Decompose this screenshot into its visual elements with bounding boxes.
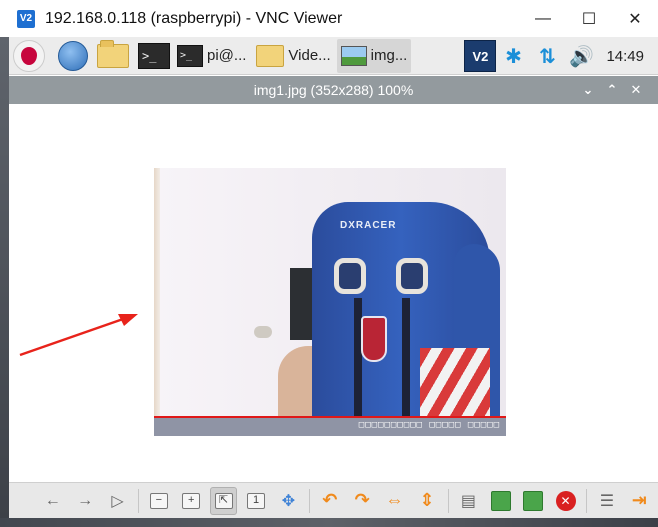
rotate-right-button[interactable]: ↷ <box>349 487 376 515</box>
maximize-button[interactable]: ☐ <box>566 0 612 37</box>
save-button[interactable] <box>487 487 514 515</box>
desktop-background <box>0 518 658 527</box>
flip-vertical-button[interactable]: ⇕ <box>413 487 440 515</box>
raspberry-menu-button[interactable] <box>13 39 45 72</box>
globe-icon <box>58 40 88 71</box>
terminal-icon: >_ <box>138 42 170 69</box>
quit-button[interactable]: ⇥ <box>626 487 653 515</box>
fullscreen-button[interactable]: ✥ <box>275 487 302 515</box>
flip-vertical-icon: ⇕ <box>419 490 435 510</box>
raspberrypi-taskbar: >_ >_ pi@... Vide... img... V2 ✱ ⇅ 🔊 14:… <box>9 37 658 75</box>
preferences-button[interactable]: ☰ <box>593 487 620 515</box>
save-as-button[interactable] <box>519 487 546 515</box>
play-icon: ▷ <box>111 492 124 510</box>
rotate-left-button[interactable]: ↶ <box>316 487 343 515</box>
task-terminal[interactable]: >_ pi@... <box>173 39 250 73</box>
arrow-left-icon: ← <box>44 491 61 509</box>
rotate-right-icon: ↷ <box>354 490 370 510</box>
network-icon[interactable]: ⇅ <box>530 40 564 72</box>
displayed-photo: DXRACER □□□□□□□□□□ □□□□□ □□□□□ <box>154 168 506 436</box>
viewer-close-button[interactable]: ✕ <box>624 78 648 102</box>
photo-chair-badge <box>361 316 387 362</box>
vnc-titlebar: V2 192.168.0.118 (raspberrypi) - VNC Vie… <box>0 0 658 37</box>
rotate-left-icon: ↶ <box>322 490 338 510</box>
task-image-viewer[interactable]: img... <box>336 38 412 73</box>
image-canvas: DXRACER □□□□□□□□□□ □□□□□ □□□□□ <box>9 104 658 482</box>
folder-icon <box>97 39 129 68</box>
vnc-app-icon: V2 <box>17 9 35 28</box>
slideshow-button[interactable]: ▷ <box>104 487 131 515</box>
window-controls: — ☐ ✕ <box>520 0 658 37</box>
desktop-background <box>0 37 9 518</box>
folder-icon <box>256 44 285 67</box>
arrow-right-icon: → <box>77 491 94 509</box>
zoom-in-button[interactable]: + <box>178 487 205 515</box>
task-label: Vide... <box>288 47 331 64</box>
flip-horizontal-icon: ⇔ <box>385 490 404 510</box>
original-size-icon: 1 <box>247 492 266 509</box>
image-viewer-toolbar: ← → ▷ − + ⇱ 1 ✥ ↶ ↷ ⇔ ⇕ ▤ ✕ ☰ ⇥ <box>9 482 658 518</box>
next-image-button[interactable]: → <box>71 487 98 515</box>
zoom-out-button[interactable]: − <box>145 487 172 515</box>
raspberry-pi-icon <box>13 39 45 72</box>
clock[interactable]: 14:49 <box>606 48 644 65</box>
viewer-maximize-button[interactable]: ⌃ <box>600 78 624 102</box>
image-viewer-title: img1.jpg (352x288) 100% <box>253 82 414 98</box>
zoom-out-icon: − <box>149 492 168 509</box>
window-menu-button[interactable]: ⌄ <box>576 78 600 102</box>
terminal-icon: >_ <box>177 44 203 67</box>
minimize-button[interactable]: — <box>520 0 566 37</box>
task-file-manager[interactable]: Vide... <box>252 39 334 73</box>
delete-button[interactable]: ✕ <box>552 487 579 515</box>
previous-image-button[interactable]: ← <box>39 487 66 515</box>
volume-icon[interactable]: 🔊 <box>564 40 598 72</box>
viewer-window-controls: ⌄ ⌃ ✕ <box>576 76 648 104</box>
vnc-window-title: 192.168.0.118 (raspberrypi) - VNC Viewer <box>45 9 343 27</box>
fit-to-window-button[interactable]: ⇱ <box>209 486 238 515</box>
preferences-icon: ☰ <box>599 492 615 510</box>
save-as-icon <box>523 490 544 511</box>
bluetooth-icon[interactable]: ✱ <box>496 40 530 72</box>
file-manager-launcher[interactable] <box>97 39 129 72</box>
save-icon <box>490 490 511 511</box>
quit-icon: ⇥ <box>631 490 647 510</box>
vnc-server-tray-icon[interactable]: V2 <box>464 40 497 72</box>
flip-horizontal-button[interactable]: ⇔ <box>381 487 408 515</box>
photo-caption: □□□□□□□□□□ □□□□□ □□□□□ <box>358 420 500 430</box>
browser-launcher[interactable] <box>58 40 88 72</box>
image-icon <box>340 45 367 66</box>
original-size-button[interactable]: 1 <box>242 487 269 515</box>
open-file-icon: ▤ <box>460 492 476 510</box>
task-label: pi@... <box>207 47 247 64</box>
fullscreen-icon: ✥ <box>281 492 296 510</box>
fit-icon: ⇱ <box>214 492 233 509</box>
system-tray: V2 ✱ ⇅ 🔊 14:49 <box>464 37 658 75</box>
image-viewer-titlebar: img1.jpg (352x288) 100% ⌄ ⌃ ✕ <box>9 76 658 104</box>
photo-chair-brand: DXRACER <box>340 220 397 231</box>
delete-icon: ✕ <box>555 490 576 511</box>
zoom-in-icon: + <box>182 492 201 509</box>
close-button[interactable]: ✕ <box>612 0 658 37</box>
open-file-button[interactable]: ▤ <box>455 487 482 515</box>
task-label: img... <box>370 47 408 64</box>
terminal-launcher[interactable]: >_ <box>138 40 170 72</box>
